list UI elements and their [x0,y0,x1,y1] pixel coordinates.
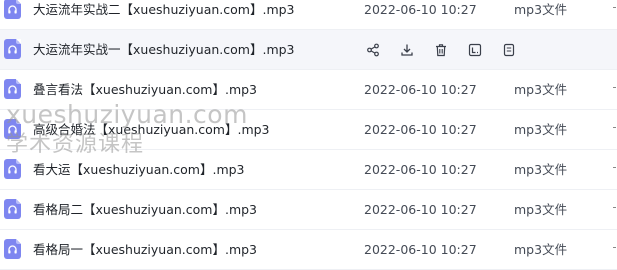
audio-file-icon [4,39,21,59]
column-edge [613,167,616,168]
modified-time: 2022-06-10 10:27 [364,202,477,217]
column-edge [613,127,616,128]
file-row[interactable]: 高级合婚法【xueshuziyuan.com】.mp3 2022-06-10 1… [0,110,617,150]
column-edge [613,247,616,248]
file-name[interactable]: 看格局一【xueshuziyuan.com】.mp3 [33,230,257,270]
audio-file-icon [4,199,21,219]
download-icon[interactable] [398,41,416,59]
file-name[interactable]: 叠言看法【xueshuziyuan.com】.mp3 [33,70,257,110]
file-name[interactable]: 高级合婚法【xueshuziyuan.com】.mp3 [33,110,270,150]
file-name[interactable]: 看格局二【xueshuziyuan.com】.mp3 [33,190,257,230]
share-icon[interactable] [364,41,382,59]
file-type: mp3文件 [514,122,568,137]
file-type: mp3文件 [514,2,568,17]
audio-file-icon [4,79,21,99]
file-type: mp3文件 [514,82,568,97]
file-type: mp3文件 [514,162,568,177]
column-edge [613,7,616,8]
delete-icon[interactable] [432,41,450,59]
more-info-icon[interactable] [500,41,518,59]
file-name[interactable]: 大运流年实战二【xueshuziyuan.com】.mp3 [33,0,295,30]
file-name[interactable]: 大运流年实战一【xueshuziyuan.com】.mp3 [33,30,295,70]
file-row[interactable]: 看格局一【xueshuziyuan.com】.mp3 2022-06-10 10… [0,230,617,270]
audio-file-icon [4,239,21,259]
file-name[interactable]: 看大运【xueshuziyuan.com】.mp3 [33,150,245,190]
column-edge [613,87,616,88]
column-edge [613,207,616,208]
rename-icon[interactable] [466,41,484,59]
file-type: mp3文件 [514,242,568,257]
file-row-hovered[interactable]: 大运流年实战一【xueshuziyuan.com】.mp3 [0,30,617,70]
file-list: 大运流年实战二【xueshuziyuan.com】.mp3 2022-06-10… [0,0,617,270]
row-actions [364,30,534,70]
file-type: mp3文件 [514,202,568,217]
file-row[interactable]: 大运流年实战二【xueshuziyuan.com】.mp3 2022-06-10… [0,0,617,30]
file-row[interactable]: 看大运【xueshuziyuan.com】.mp3 2022-06-10 10:… [0,150,617,190]
modified-time: 2022-06-10 10:27 [364,122,477,137]
file-row[interactable]: 看格局二【xueshuziyuan.com】.mp3 2022-06-10 10… [0,190,617,230]
modified-time: 2022-06-10 10:27 [364,82,477,97]
modified-time: 2022-06-10 10:27 [364,162,477,177]
modified-time: 2022-06-10 10:27 [364,2,477,17]
modified-time: 2022-06-10 10:27 [364,242,477,257]
audio-file-icon [4,0,21,19]
file-row[interactable]: 叠言看法【xueshuziyuan.com】.mp3 2022-06-10 10… [0,70,617,110]
audio-file-icon [4,159,21,179]
audio-file-icon [4,119,21,139]
